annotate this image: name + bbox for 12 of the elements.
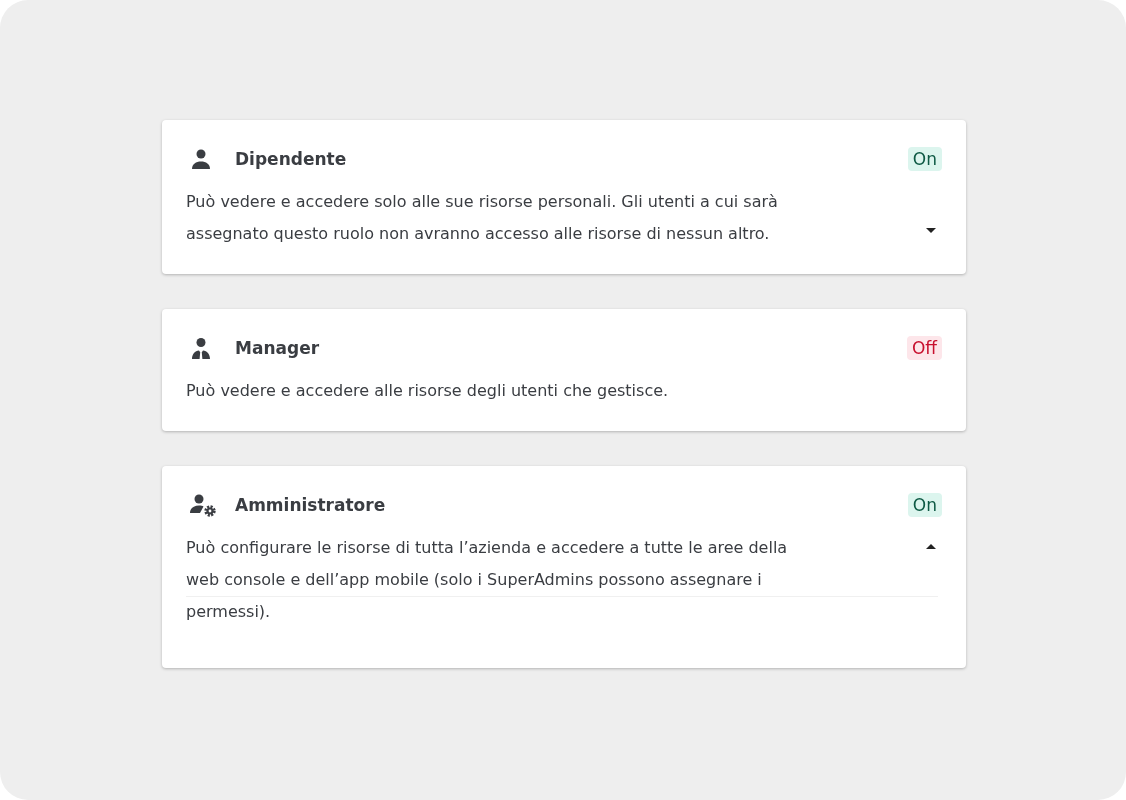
role-description: Può configurare le risorse di tutta l’azienda e accedere a tutte le aree della web console e dell’app mobile (solo i SuperAdmins possono assegnare i permessi). <box>186 537 789 623</box>
status-badge: Off <box>906 336 942 360</box>
caret-icon[interactable] <box>926 228 936 233</box>
status-badge: On <box>907 493 942 517</box>
role-description: Può vedere e accedere solo alle sue risorse personali. Gli utenti a cui sarà assegnato questo ruolo non avranno accesso alle risorse di nessun altro. <box>186 191 779 245</box>
status-badge: On <box>907 147 942 171</box>
role-description: Può vedere e accedere alle risorse degli utenti che gestisce. <box>186 380 669 402</box>
role-title: Dipendente <box>235 149 348 169</box>
role-title: Amministratore <box>235 495 387 515</box>
caret-icon[interactable] <box>926 544 936 549</box>
user-gear-icon <box>189 493 219 517</box>
role-title: Manager <box>235 338 321 358</box>
